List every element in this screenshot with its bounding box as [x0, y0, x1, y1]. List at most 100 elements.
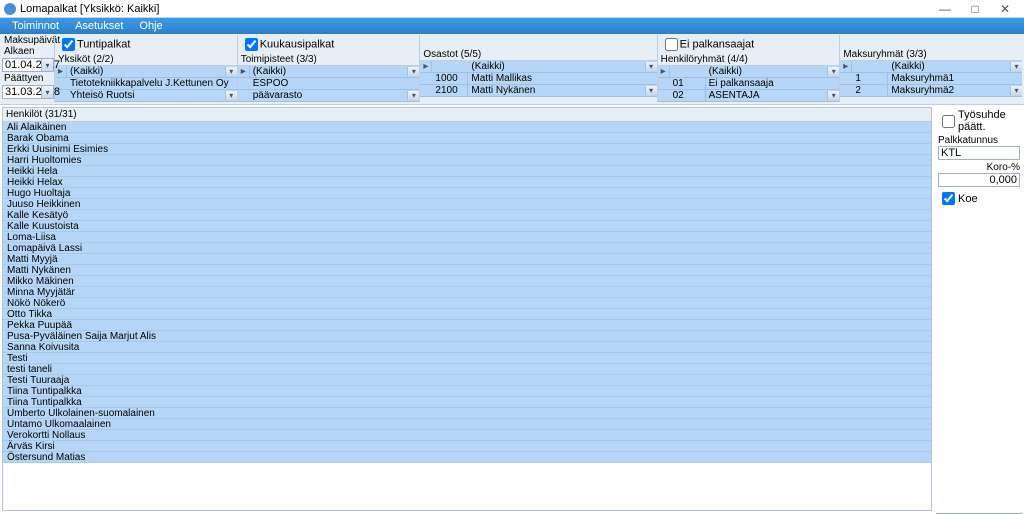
list-item[interactable]: Testi — [3, 353, 931, 364]
list-item[interactable]: Ärväs Kirsi — [3, 441, 931, 452]
list-item[interactable]: Sanna Koivusita — [3, 342, 931, 353]
grid-row[interactable]: ▸(Kaikki)▾ — [840, 61, 1022, 73]
grid-row[interactable]: ESPOO — [238, 78, 420, 90]
list-item[interactable]: Lomapäivä Lassi — [3, 243, 931, 254]
yksikot-block: Tuntipalkat Yksiköt (2/2) ▸(Kaikki)▾ Tie… — [54, 35, 237, 102]
paattyen-input[interactable]: 31.03.2018 ▾ — [2, 85, 54, 99]
row-dropdown-icon[interactable]: ▾ — [1010, 86, 1022, 95]
list-item[interactable]: Untamo Ulkomaalainen — [3, 419, 931, 430]
list-item[interactable]: Minna Myyjätär — [3, 287, 931, 298]
osastot-block: Osastot (5/5) ▸(Kaikki)▾ 1000Matti Malli… — [419, 35, 656, 102]
cell-name: Matti Nykänen — [468, 85, 644, 96]
list-blank — [3, 463, 931, 510]
alkaen-dropdown-icon[interactable]: ▾ — [41, 59, 53, 71]
list-item[interactable]: testi taneli — [3, 364, 931, 375]
row-dropdown-icon[interactable]: ▾ — [407, 67, 419, 76]
grid-row[interactable]: ▸(Kaikki)▾ — [55, 66, 237, 78]
cell: ESPOO — [250, 78, 420, 89]
koro-input[interactable]: 0,000 — [938, 173, 1020, 187]
row-dropdown-icon[interactable]: ▾ — [645, 62, 657, 71]
tyosuhde-row[interactable]: Työsuhde päätt. — [938, 109, 1020, 133]
list-item[interactable]: Erkki Uusinimi Esimies — [3, 144, 931, 155]
list-item[interactable]: Loma-Liisa — [3, 232, 931, 243]
list-item[interactable]: Kalle Kesätyö — [3, 210, 931, 221]
grid-row[interactable]: 02ASENTAJA▾ — [658, 90, 840, 102]
list-item[interactable]: Matti Nykänen — [3, 265, 931, 276]
list-item[interactable]: Verokortti Nollaus — [3, 430, 931, 441]
cell-code: 2100 — [432, 85, 468, 96]
persons-header: Henkilöt (31/31) — [3, 108, 931, 122]
list-item[interactable]: Tiina Tuntipalkka — [3, 397, 931, 408]
list-item[interactable]: Mikko Mäkinen — [3, 276, 931, 287]
kuukausipalkat-checkbox[interactable] — [245, 38, 258, 51]
cell-name: (Kaikki) — [706, 66, 828, 77]
grid-row[interactable]: 1000Matti Mallikas — [420, 73, 656, 85]
grid-row[interactable]: ▸(Kaikki)▾ — [420, 61, 656, 73]
menu-ohje[interactable]: Ohje — [131, 20, 170, 32]
list-item[interactable]: Juuso Heikkinen — [3, 199, 931, 210]
row-dropdown-icon[interactable]: ▾ — [1010, 62, 1022, 71]
list-item[interactable]: Östersund Matias — [3, 452, 931, 463]
main-left: Henkilöt (31/31) Ali AlaikäinenBarak Oba… — [2, 107, 932, 511]
list-item[interactable]: Heikki Helax — [3, 177, 931, 188]
grid-row[interactable]: ▸(Kaikki)▾ — [238, 66, 420, 78]
koe-checkbox[interactable] — [942, 192, 955, 205]
alkaen-label: Alkaen — [2, 46, 54, 57]
toimipisteet-block: Kuukausipalkat Toimipisteet (3/3) ▸(Kaik… — [237, 35, 420, 102]
row-dropdown-icon[interactable]: ▾ — [225, 91, 237, 100]
palkkatunnus-input[interactable]: KTL — [938, 146, 1020, 160]
grid-row[interactable]: 1Maksuryhmä1 — [840, 73, 1022, 85]
cell: Tietotekniikkapalvelu J.Kettunen Oy — [67, 78, 237, 89]
row-dropdown-icon[interactable]: ▾ — [225, 67, 237, 76]
cell-name: (Kaikki) — [888, 61, 1010, 72]
list-item[interactable]: Ali Alaikäinen — [3, 122, 931, 133]
list-item[interactable]: Umberto Ulkolainen-suomalainen — [3, 408, 931, 419]
maximize-button[interactable]: □ — [960, 2, 990, 16]
yksikot-body: ▸(Kaikki)▾ Tietotekniikkapalvelu J.Kettu… — [55, 66, 237, 102]
window-title: Lomapalkat [Yksikkö: Kaikki] — [20, 3, 930, 15]
paattyen-dropdown-icon[interactable]: ▾ — [41, 86, 53, 98]
list-item[interactable]: Heikki Hela — [3, 166, 931, 177]
minimize-button[interactable]: — — [930, 2, 960, 16]
list-item[interactable]: Nökö Nökerö — [3, 298, 931, 309]
list-item[interactable]: Matti Myyjä — [3, 254, 931, 265]
yksikot-header: Yksiköt (2/2) — [55, 54, 237, 66]
alkaen-input[interactable]: 01.04.2017 ▾ — [2, 58, 54, 72]
list-item[interactable]: Harri Huoltomies — [3, 155, 931, 166]
list-item[interactable]: Pusa-Pyväläinen Saija Marjut Alis — [3, 331, 931, 342]
grid-row[interactable]: ▸(Kaikki)▾ — [658, 66, 840, 78]
eipalkansaajat-checkbox[interactable] — [665, 38, 678, 51]
henkiloryhmat-block: Ei palkansaajat Henkilöryhmät (4/4) ▸(Ka… — [657, 35, 840, 102]
list-item[interactable]: Barak Obama — [3, 133, 931, 144]
date-block: Maksupäivät Alkaen 01.04.2017 ▾ Päättyen… — [2, 35, 54, 102]
row-dropdown-icon[interactable]: ▾ — [827, 91, 839, 100]
grid-row[interactable]: 01Ei palkansaaja — [658, 78, 840, 90]
list-item[interactable]: Hugo Huoltaja — [3, 188, 931, 199]
row-dropdown-icon[interactable]: ▾ — [407, 91, 419, 100]
row-dropdown-icon[interactable]: ▾ — [827, 67, 839, 76]
grid-row[interactable]: 2Maksuryhmä2▾ — [840, 85, 1022, 97]
toimipisteet-header: Toimipisteet (3/3) — [238, 54, 420, 66]
close-button[interactable]: ✕ — [990, 2, 1020, 16]
grid-row[interactable]: Yhteisö Ruotsi▾ — [55, 90, 237, 102]
grid-row[interactable]: päävarasto▾ — [238, 90, 420, 102]
kuukausipalkat-check: Kuukausipalkat — [238, 35, 420, 54]
grid-row[interactable]: 2100Matti Nykänen▾ — [420, 85, 656, 97]
person-list[interactable]: Ali AlaikäinenBarak ObamaErkki Uusinimi … — [3, 122, 931, 510]
menu-asetukset[interactable]: Asetukset — [67, 20, 131, 32]
tyosuhde-label: Työsuhde päätt. — [958, 109, 1020, 133]
cell: päävarasto — [250, 90, 408, 101]
list-item[interactable]: Otto Tikka — [3, 309, 931, 320]
cell-code: 01 — [670, 78, 706, 89]
tuntipalkat-checkbox[interactable] — [62, 38, 75, 51]
grid-row[interactable]: Tietotekniikkapalvelu J.Kettunen Oy — [55, 78, 237, 90]
list-item[interactable]: Kalle Kuustoista — [3, 221, 931, 232]
menu-toiminnot[interactable]: Toiminnot — [4, 20, 67, 32]
koe-row[interactable]: Koe — [938, 189, 1020, 208]
row-dropdown-icon[interactable]: ▾ — [645, 86, 657, 95]
koe-label: Koe — [958, 193, 978, 205]
list-item[interactable]: Pekka Puupää — [3, 320, 931, 331]
tyosuhde-checkbox[interactable] — [942, 115, 955, 128]
list-item[interactable]: Testi Tuuraaja — [3, 375, 931, 386]
list-item[interactable]: Tiina Tuntipalkka — [3, 386, 931, 397]
